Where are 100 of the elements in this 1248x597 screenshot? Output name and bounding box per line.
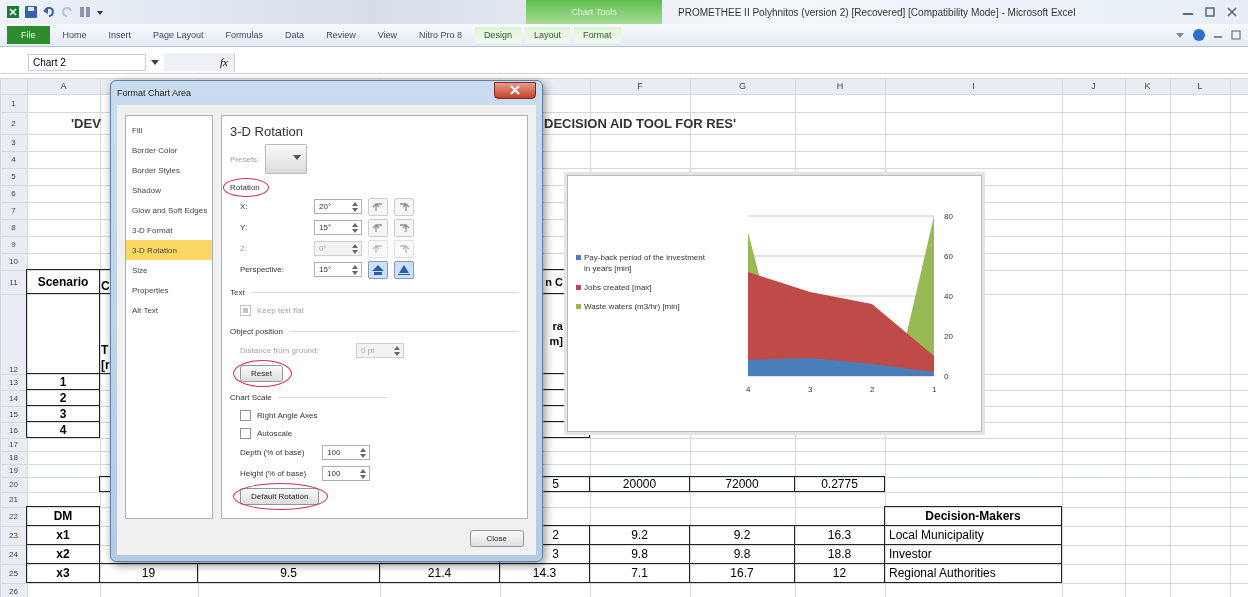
ribbon-tab[interactable]: Data	[276, 27, 314, 43]
category-item[interactable]: Fill	[126, 120, 212, 140]
checkbox[interactable]	[240, 427, 251, 439]
row-header[interactable]: 24	[0, 545, 27, 564]
chart-area[interactable]: Pay-back period of the investment in years [min] Jobs created [max] Waste waters (m3/hr) [min] 0 20 40 60 80 4 3 2 1	[567, 175, 982, 432]
row-header[interactable]: 11	[0, 270, 27, 294]
rotate-arrow-icon	[398, 221, 410, 234]
row-header[interactable]: 16	[0, 422, 27, 438]
column-header[interactable]: I	[885, 78, 1062, 94]
ribbon-tab[interactable]: Page Layout	[144, 27, 213, 43]
row-header[interactable]: 21	[0, 492, 27, 507]
checkbox[interactable]	[240, 409, 251, 421]
ribbon-tab[interactable]: Format	[574, 27, 621, 43]
row-header[interactable]: 4	[0, 151, 27, 168]
row-header[interactable]: 8	[0, 219, 27, 236]
row-header[interactable]: 9	[0, 236, 27, 253]
row-header[interactable]: 22	[0, 507, 27, 526]
row-header[interactable]: 15	[0, 406, 27, 422]
undo-icon[interactable]	[42, 5, 56, 19]
column-header[interactable]: L	[1170, 78, 1230, 94]
row-header[interactable]: 3	[0, 134, 27, 151]
ribbon-tab[interactable]: Formulas	[216, 27, 273, 43]
category-item[interactable]: Border Styles	[126, 160, 212, 180]
row-header[interactable]: 1	[0, 94, 27, 112]
column-header[interactable]: J	[1062, 78, 1125, 94]
spin-field[interactable]: 15°	[314, 220, 362, 235]
insert-function-label[interactable]: fx	[220, 56, 228, 68]
category-item[interactable]: Glow and Soft Edges	[126, 200, 212, 220]
presets-dropdown[interactable]	[265, 144, 308, 174]
restore-icon[interactable]	[1202, 6, 1218, 18]
row-header[interactable]: 23	[0, 526, 27, 545]
row-header[interactable]: 18	[0, 451, 27, 464]
spin-field[interactable]: 15°	[314, 262, 362, 277]
file-tab[interactable]: File	[7, 26, 50, 44]
ribbon-tab[interactable]: Layout	[525, 27, 571, 43]
rotate-right-button[interactable]	[394, 197, 414, 216]
column-header[interactable]: F	[590, 78, 690, 94]
ribbon-tab[interactable]: Insert	[99, 27, 141, 43]
name-box[interactable]: Chart 2	[28, 53, 146, 71]
table-cell: Scenario	[26, 269, 100, 294]
rotate-arrow-icon	[372, 242, 384, 255]
spinner-icon	[351, 221, 359, 234]
rotate-left-button[interactable]	[368, 197, 388, 216]
spin-field[interactable]: 100	[322, 466, 370, 481]
row-header[interactable]: 26	[0, 583, 27, 597]
caret-icon	[293, 155, 302, 161]
default-rotation-button[interactable]: Default Rotation	[240, 487, 320, 505]
row-header[interactable]: 14	[0, 390, 27, 406]
axis-tick-label: 1	[932, 385, 937, 394]
ribbon-tab[interactable]: Home	[53, 27, 96, 43]
axis-tick-label: 3	[808, 385, 813, 394]
field-label: X:	[239, 202, 249, 211]
column-header[interactable]: K	[1125, 78, 1170, 94]
table-cell: 19	[99, 563, 198, 583]
category-item[interactable]: 3-D Format	[126, 220, 212, 240]
row-header[interactable]: 13	[0, 374, 27, 390]
narrow-perspective-button[interactable]	[368, 260, 388, 279]
row-header[interactable]: 20	[0, 477, 27, 492]
field-label: Y:	[239, 223, 249, 232]
row-header[interactable]: 17	[0, 438, 27, 451]
table-cell-text: 'DEV	[70, 114, 100, 133]
perspective-icon	[397, 263, 411, 276]
row-header[interactable]: 6	[0, 185, 27, 202]
rotate-arrow-icon	[372, 221, 384, 234]
category-item[interactable]: Border Color	[126, 140, 212, 160]
axis-tick-label: 2	[870, 385, 875, 394]
category-item[interactable]: 3-D Rotation	[126, 240, 212, 260]
spreadsheet-app-icon[interactable]	[6, 5, 20, 19]
column-header[interactable]: A	[27, 78, 100, 94]
axis-tick-label: 20	[944, 332, 953, 341]
ribbon-tab[interactable]: Review	[317, 27, 365, 43]
column-header[interactable]: G	[690, 78, 795, 94]
spinner-icon	[359, 446, 367, 459]
row-header[interactable]: 12	[0, 294, 27, 374]
dropdown-icon[interactable]	[150, 57, 160, 67]
row-header[interactable]: 5	[0, 168, 27, 185]
section-label: Object position	[230, 326, 283, 336]
tilt-down-button[interactable]	[394, 218, 414, 237]
restore-icon[interactable]	[1230, 29, 1242, 41]
spin-field[interactable]: 20°	[314, 199, 362, 214]
row-header[interactable]: 10	[0, 253, 27, 270]
row-header[interactable]: 7	[0, 202, 27, 219]
column-header[interactable]: H	[795, 78, 885, 94]
spin-field[interactable]: 100	[322, 445, 370, 460]
ribbon-tab[interactable]: View	[368, 27, 406, 43]
table-cell: Decision-Makers	[884, 506, 1062, 526]
row-header[interactable]: 19	[0, 464, 27, 477]
close-icon[interactable]	[1224, 6, 1240, 18]
widen-perspective-button[interactable]	[394, 260, 414, 279]
section-label: Rotation	[230, 182, 260, 192]
tilt-up-button[interactable]	[368, 218, 388, 237]
ribbon-tab[interactable]: Design	[475, 27, 522, 43]
close-button[interactable]: Close	[469, 529, 524, 547]
table-cell: 0.2775	[794, 476, 885, 492]
category-item[interactable]: Shadow	[126, 180, 212, 200]
ribbon-tab[interactable]: Nitro Pro 8	[410, 27, 471, 43]
row-header[interactable]: 25	[0, 564, 27, 583]
save-icon[interactable]	[24, 5, 38, 19]
close-button[interactable]	[494, 81, 536, 99]
row-header[interactable]: 2	[0, 112, 27, 134]
